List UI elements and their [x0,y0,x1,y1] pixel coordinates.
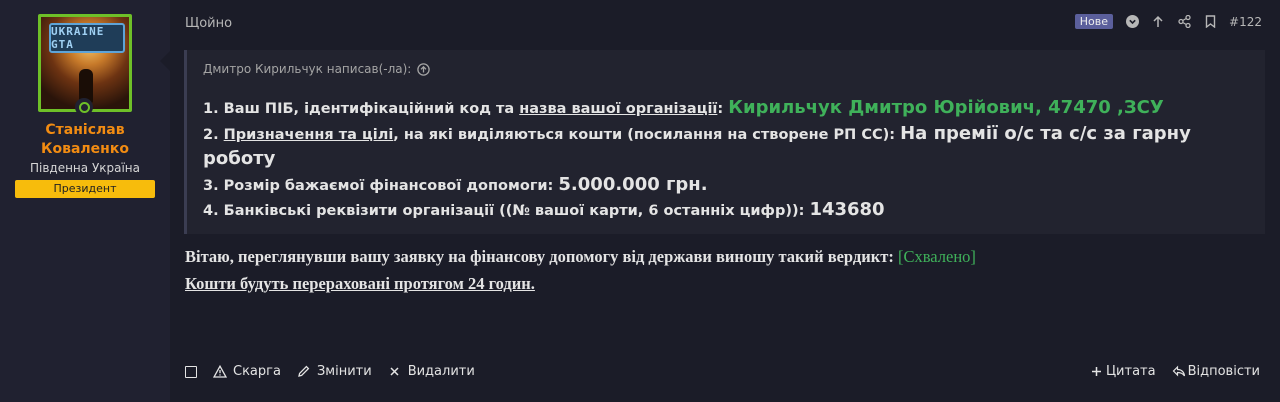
post-footer-left: Скарга Змінити Видалити [185,364,475,379]
quote-block: Дмитро Кирильчук написав(-ла): 1. Ваш ПІ… [184,50,1265,234]
quote-line-3-answer: 5.000.000 грн. [558,173,708,195]
verdict-status: [Схвалено] [897,247,976,266]
quote-header[interactable]: Дмитро Кирильчук написав(-ла): [203,62,430,76]
edit-label: Змінити [316,364,372,379]
verdict-line: Вітаю, переглянувши вашу заявку на фінан… [185,243,1265,270]
arrow-up-circle-icon[interactable] [416,62,430,76]
post-content: Вітаю, переглянувши вашу заявку на фінан… [185,243,1265,297]
avatar-logo: UKRAINE GTA [49,23,125,53]
message-pointer [160,50,171,72]
quote-line-2: 2. Призначення та цілі, на які виділяють… [203,122,1253,173]
report-button[interactable]: Скарга [213,364,281,379]
quote-line-1-answer: Кирильчук Дмитро Юрійович, 47470 ,ЗСУ [728,97,1164,118]
quote-line-3: 3. Розмір бажаємої фінансової допомоги: … [203,173,1253,199]
quote-line-4-answer: 143680 [809,199,885,220]
arrow-up-icon[interactable] [1151,15,1165,29]
user-sidebar: UKRAINE GTA Станіслав Коваленко Південна… [0,0,170,402]
quote-line-1: 1. Ваш ПІБ, ідентифікаційний код та назв… [203,96,1253,122]
quote-line-2-label: , на які виділяються кошти (посилання на… [393,126,901,143]
quote-line-1-colon: : [717,101,729,117]
delete-label: Видалити [407,364,475,379]
select-post-checkbox[interactable] [185,365,197,378]
quote-button[interactable]: Цитата [1090,364,1156,379]
reply-button[interactable]: Відповісти [1172,364,1260,379]
quote-line-4: 4. Банківські реквізити організації ((№ … [203,198,1253,224]
pencil-icon [297,365,311,379]
user-name[interactable]: Станіслав Коваленко [0,121,170,159]
organization-link[interactable]: назва вашої організації [519,101,717,117]
reply-icon [1172,365,1186,379]
quote-author[interactable]: Дмитро Кирильчук написав(-ла): [203,62,411,76]
report-label: Скарга [233,364,281,379]
online-status-icon [75,98,93,116]
bookmark-icon[interactable] [1203,15,1217,29]
verdict-text: Вітаю, переглянувши вашу заявку на фінан… [185,247,898,266]
chevron-down-circle-icon[interactable] [1125,15,1139,29]
verdict-payment-note: Кошти будуть перераховані протягом 24 го… [185,274,535,293]
close-icon [388,365,402,379]
user-role-badge: Президент [15,180,155,198]
quote-line-1-label: 1. Ваш ПІБ, ідентифікаційний код та [203,101,520,117]
purpose-link[interactable]: Призначення та цілі [224,127,394,143]
post-time[interactable]: Щойно [185,16,232,31]
quote-line-4-label: 4. Банківські реквізити організації ((№ … [203,203,810,219]
new-badge: Нове [1074,14,1114,29]
post-header-actions: Нове #122 [1074,14,1262,29]
plus-icon [1090,365,1104,379]
quote-line-3-label: 3. Розмір бажаємої фінансової допомоги: [203,177,559,194]
post-number[interactable]: #122 [1229,15,1262,29]
edit-button[interactable]: Змінити [297,364,372,379]
warning-icon [213,365,227,379]
user-region: Південна Україна [29,161,141,175]
reply-label: Відповісти [1187,364,1260,379]
post-footer-right: Цитата Відповісти [1090,364,1260,379]
share-icon[interactable] [1177,15,1191,29]
quote-label: Цитата [1105,364,1156,379]
quote-body: 1. Ваш ПІБ, ідентифікаційний код та назв… [203,96,1253,224]
delete-button[interactable]: Видалити [388,364,475,379]
quote-line-2-number: 2. [203,126,224,143]
